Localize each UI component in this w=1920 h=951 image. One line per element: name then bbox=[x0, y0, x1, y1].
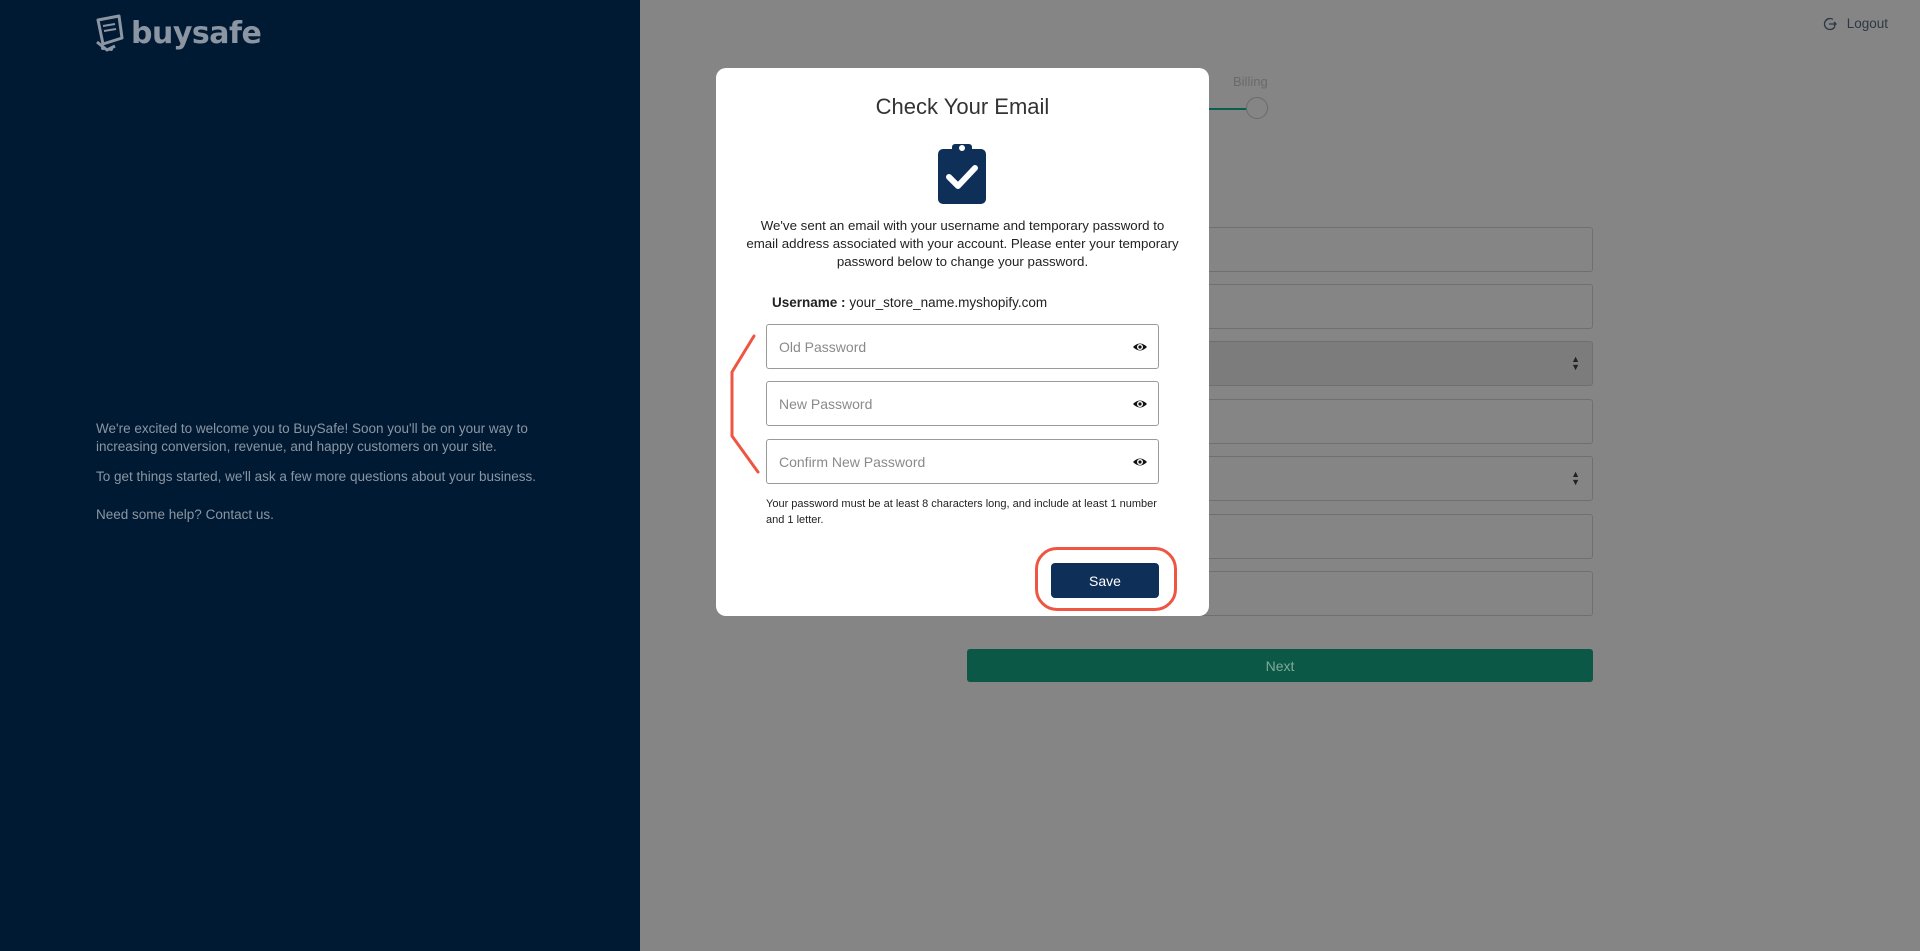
buysafe-logo-icon bbox=[96, 14, 124, 52]
modal-message: We've sent an email with your username a… bbox=[746, 218, 1179, 269]
logout-button[interactable]: Logout bbox=[1823, 16, 1888, 31]
left-panel: buysafe We're excited to welcome you to … bbox=[0, 0, 640, 951]
old-password-input[interactable] bbox=[779, 335, 1119, 359]
welcome-paragraph: We're excited to welcome you to BuySafe!… bbox=[96, 421, 528, 454]
brand-name: buysafe bbox=[131, 15, 262, 51]
logout-icon bbox=[1823, 17, 1837, 30]
help-link[interactable]: Need some help? Contact us. bbox=[96, 506, 546, 524]
username-label: Username : bbox=[772, 295, 846, 310]
logo[interactable]: buysafe bbox=[95, 14, 262, 52]
username-row: Username : your_store_name.myshopify.com bbox=[772, 295, 1047, 310]
select-arrows-icon: ▲ ▼ bbox=[1571, 469, 1580, 487]
password-hint: Your password must be at least 8 charact… bbox=[766, 498, 1157, 526]
eye-icon[interactable] bbox=[1132, 455, 1148, 469]
annotation-circle bbox=[1035, 547, 1177, 611]
select-arrows-icon: ▲ ▼ bbox=[1571, 354, 1580, 372]
confirm-password-field[interactable] bbox=[766, 439, 1159, 484]
modal-title: Check Your Email bbox=[875, 94, 1050, 119]
annotation-bracket bbox=[730, 334, 760, 474]
clipboard-check-icon bbox=[938, 144, 986, 204]
username-value: your_store_name.myshopify.com bbox=[849, 295, 1048, 310]
stepper-billing-circle bbox=[1246, 97, 1268, 119]
stepper-connector bbox=[1205, 108, 1247, 110]
old-password-field[interactable] bbox=[766, 324, 1159, 369]
next-button[interactable]: Next bbox=[967, 649, 1593, 682]
new-password-field[interactable] bbox=[766, 381, 1159, 426]
confirm-password-input[interactable] bbox=[779, 450, 1119, 474]
welcome-text: We're excited to welcome you to BuySafe!… bbox=[96, 420, 546, 536]
eye-icon[interactable] bbox=[1132, 397, 1148, 411]
stepper-billing-label: Billing bbox=[1233, 74, 1268, 89]
check-email-modal: Check Your Email We've sent an email wit… bbox=[716, 68, 1209, 616]
welcome-paragraph-2: To get things started, we'll ask a few m… bbox=[96, 469, 537, 484]
new-password-input[interactable] bbox=[779, 392, 1119, 416]
eye-icon[interactable] bbox=[1132, 340, 1148, 354]
logout-label: Logout bbox=[1846, 16, 1888, 31]
